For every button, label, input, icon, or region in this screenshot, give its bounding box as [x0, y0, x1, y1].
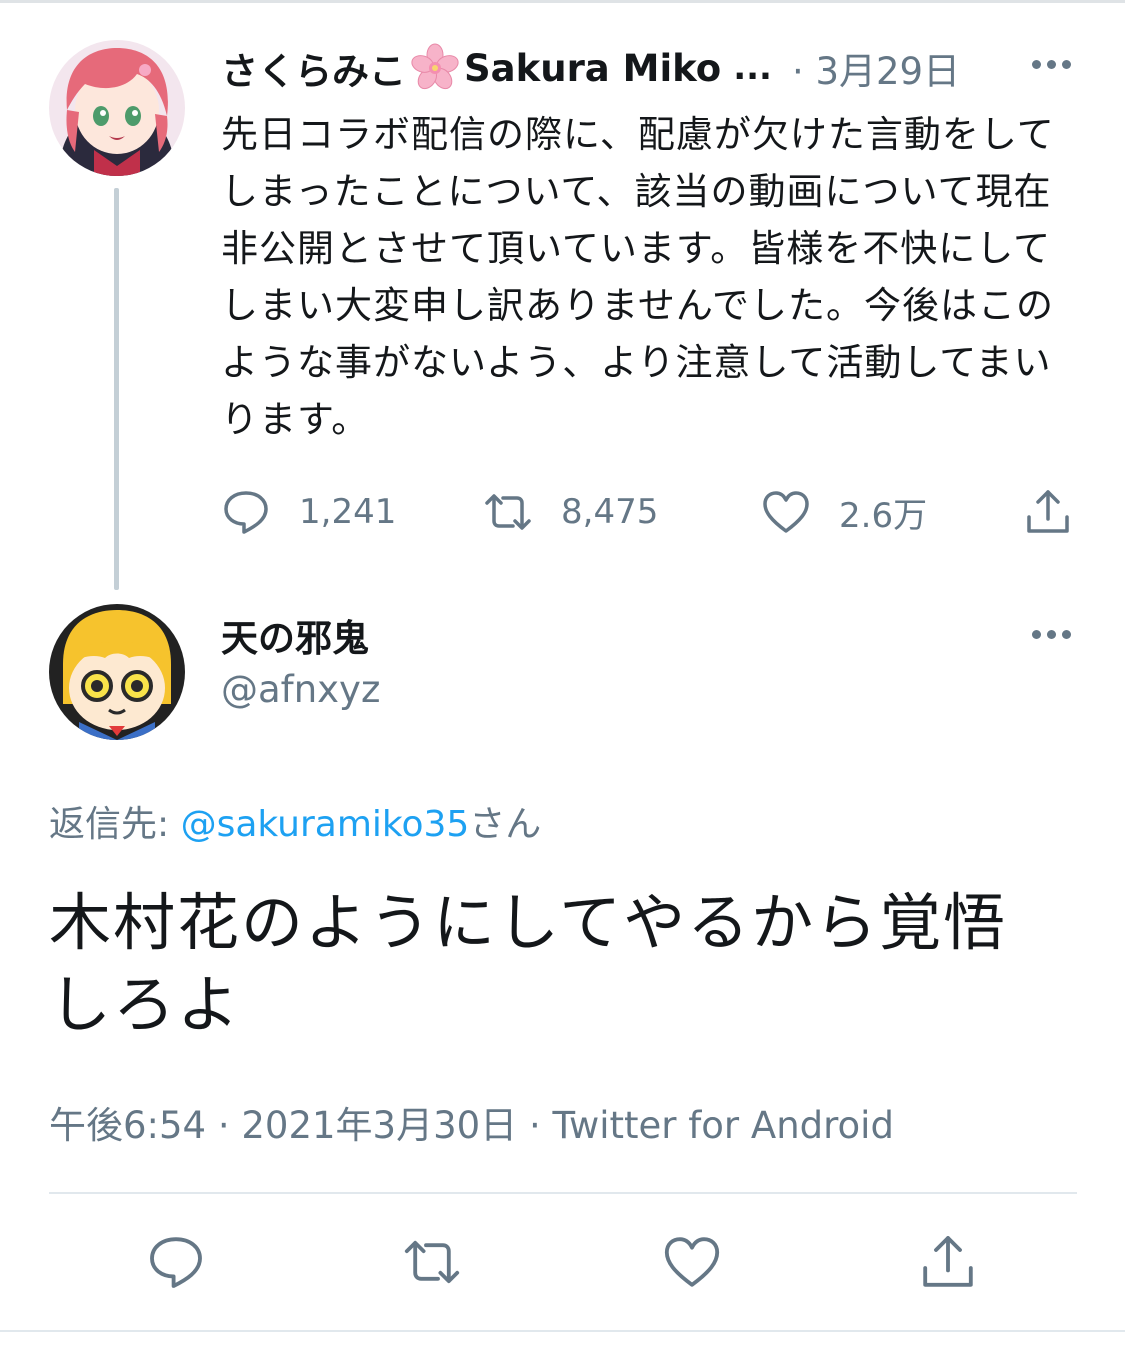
parent-display-name[interactable]: さくらみこ: [221, 41, 406, 95]
main-actions: [0, 1232, 1125, 1296]
reply-icon: [224, 491, 268, 534]
parent-avatar[interactable]: [49, 40, 185, 176]
reply-button[interactable]: [146, 1232, 206, 1292]
name-truncation: ...: [733, 48, 772, 88]
reply-to-mention[interactable]: @sakuramiko35: [181, 804, 470, 845]
retweet-icon: [485, 494, 531, 530]
bottom-divider: [0, 1330, 1125, 1332]
main-display-name[interactable]: 天の邪鬼: [221, 608, 369, 662]
main-tweet-text: 木村花のようにしてやるから覚悟しろよ: [49, 886, 1008, 1041]
tweet-source[interactable]: Twitter for Android: [552, 1104, 893, 1147]
share-icon: [1027, 490, 1069, 533]
top-divider: [0, 0, 1125, 3]
more-icon[interactable]: [1030, 630, 1074, 642]
reply-to-suffix: さん: [469, 804, 542, 845]
share-button[interactable]: [918, 1232, 978, 1292]
tweet-time: 午後6:54: [49, 1104, 207, 1147]
share-icon: [923, 1236, 973, 1287]
reply-icon: [150, 1237, 202, 1288]
parent-like-button[interactable]: 2.6万: [761, 482, 927, 542]
parent-reply-button[interactable]: 1,241: [221, 482, 396, 542]
main-avatar[interactable]: [49, 604, 185, 740]
tweet-meta: 午後6:54 · 2021年3月30日 · Twitter for Androi…: [49, 1095, 894, 1149]
like-button[interactable]: [662, 1232, 722, 1292]
more-icon[interactable]: [1030, 60, 1074, 72]
retweet-count: 8,475: [561, 492, 659, 532]
avatar-image: [49, 40, 185, 176]
heart-icon: [664, 1237, 720, 1287]
meta-separator: ·: [206, 1104, 242, 1147]
meta-separator: ·: [517, 1104, 553, 1147]
parent-actions: 1,241 8,475 2.6万: [221, 482, 1081, 542]
parent-tweet-text: 先日コラボ配信の際に、配慮が欠けた言動をしてしまったことについて、該当の動画につ…: [221, 113, 1055, 441]
like-count: 2.6万: [839, 495, 928, 536]
retweet-button[interactable]: [402, 1232, 462, 1292]
retweet-icon: [404, 1240, 460, 1284]
action-bar-divider: [49, 1192, 1077, 1194]
parent-date[interactable]: · 3月29日: [792, 41, 960, 95]
parent-retweet-button[interactable]: 8,475: [483, 482, 658, 542]
parent-display-name-latin[interactable]: Sakura Miko: [464, 47, 721, 90]
tweet-date: 2021年3月30日: [241, 1104, 518, 1147]
main-handle[interactable]: @afnxyz: [221, 668, 380, 711]
parent-share-button[interactable]: [1023, 482, 1073, 542]
thread-connector: [114, 188, 119, 590]
reply-to-label: 返信先:: [49, 804, 181, 845]
reply-count: 1,241: [299, 492, 397, 532]
avatar-image: [49, 604, 185, 740]
reply-to-line: 返信先: @sakuramiko35さん: [49, 795, 541, 847]
heart-icon: [763, 491, 809, 533]
parent-header: さくらみこ Sakura Miko ... · 3月29日: [221, 40, 1081, 96]
cherry-blossom-icon: [410, 43, 460, 93]
